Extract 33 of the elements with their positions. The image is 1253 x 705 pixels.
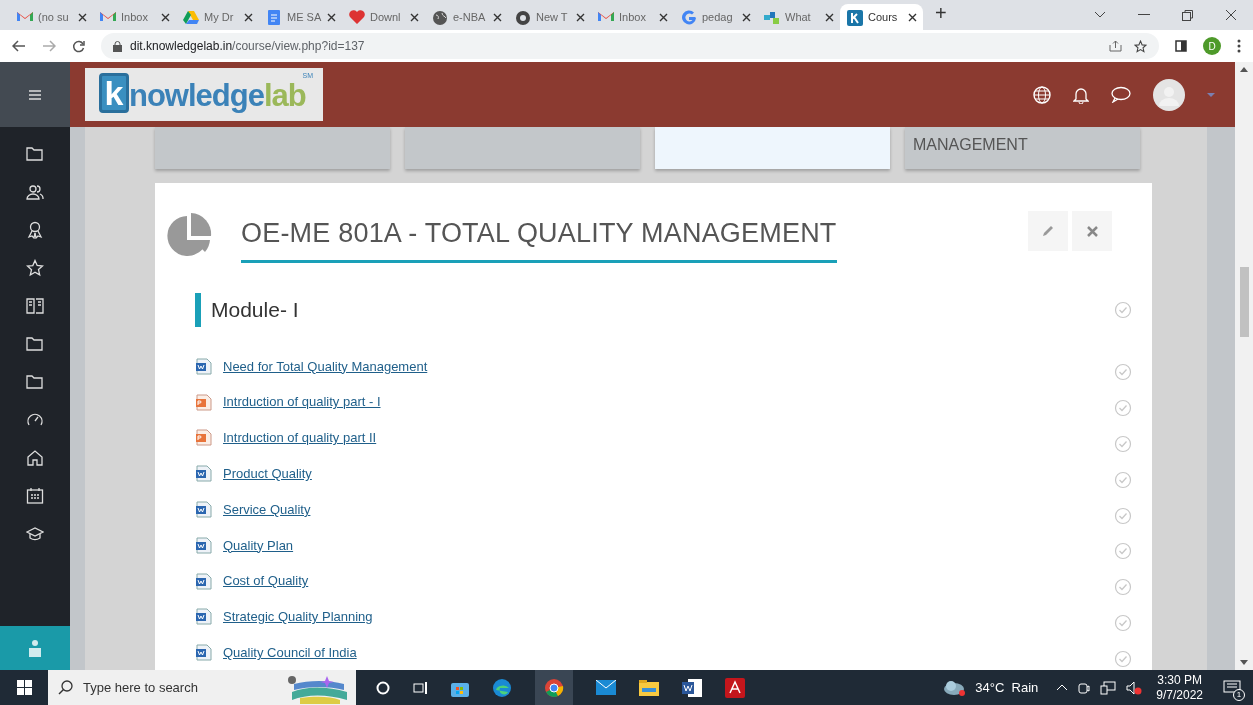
- browser-tab[interactable]: What: [757, 4, 840, 30]
- browser-tab[interactable]: Inbox: [591, 4, 674, 30]
- browser-tab[interactable]: e-NBA: [425, 4, 508, 30]
- browser-tab[interactable]: Inbox: [93, 4, 176, 30]
- activity-link[interactable]: Service Quality: [223, 499, 311, 520]
- activity-link[interactable]: Quality Council of India: [223, 643, 357, 663]
- logo-letter-tile[interactable]: k: [99, 73, 129, 113]
- module-title: Module- I: [211, 296, 299, 323]
- browser-tab[interactable]: Downl: [342, 4, 425, 30]
- browser-tab[interactable]: Cours: [840, 4, 923, 30]
- taskbar-search-field[interactable]: Type here to search: [48, 670, 356, 705]
- profile-avatar[interactable]: D: [1203, 37, 1221, 55]
- activity-link[interactable]: Intrduction of quality part II: [223, 428, 377, 448]
- browser-tab[interactable]: ME SA: [259, 4, 342, 30]
- category-tile[interactable]: MANAGEMENT: [905, 127, 1140, 169]
- activity-link[interactable]: Cost of Quality: [223, 571, 309, 591]
- clock-time[interactable]: 3:30 PM: [1157, 672, 1202, 688]
- activity-link[interactable]: Product Quality: [223, 464, 312, 484]
- activity-link[interactable]: Quality Plan: [223, 535, 294, 556]
- clock-date[interactable]: 9/7/2022: [1156, 687, 1203, 703]
- activity-link[interactable]: Intrduction of quality part - I: [223, 392, 381, 412]
- url-text[interactable]: dit.knowledgelab.in/course/view.php?id=137: [130, 37, 365, 55]
- browser-tab[interactable]: pedag: [674, 4, 757, 30]
- activity-link[interactable]: Strategic Quality Planning: [223, 607, 373, 627]
- weather-text[interactable]: 34°C Rain: [975, 677, 1039, 698]
- browser-tab[interactable]: My Dr: [176, 4, 259, 30]
- new-tab-button[interactable]: +: [935, 0, 947, 28]
- browser-tab[interactable]: New T: [508, 4, 591, 30]
- notification-button[interactable]: 1: [1221, 676, 1243, 699]
- activity-link[interactable]: Need for Total Quality Management: [223, 356, 428, 377]
- address-bar[interactable]: dit.knowledgelab.in/course/view.php?id=137: [101, 33, 1159, 59]
- course-title: OE-ME 801A - TOTAL QUALITY MANAGEMENT: [241, 218, 837, 248]
- browser-tab[interactable]: (no su: [10, 4, 93, 30]
